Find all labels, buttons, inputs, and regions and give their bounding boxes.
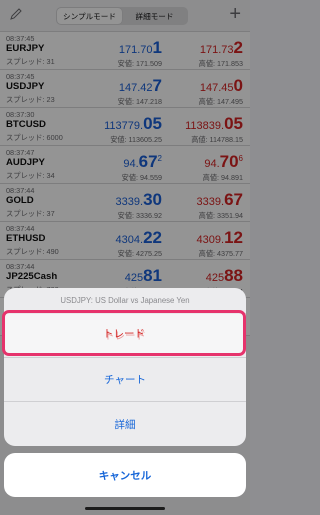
home-indicator [85, 507, 165, 510]
detail-button[interactable]: 詳細 [4, 402, 246, 446]
chart-button[interactable]: チャート [4, 358, 246, 402]
cancel-button[interactable]: キャンセル [4, 453, 246, 497]
trade-highlight-box[interactable]: トレード [2, 310, 246, 356]
trade-highlight-label: トレード [103, 327, 145, 340]
